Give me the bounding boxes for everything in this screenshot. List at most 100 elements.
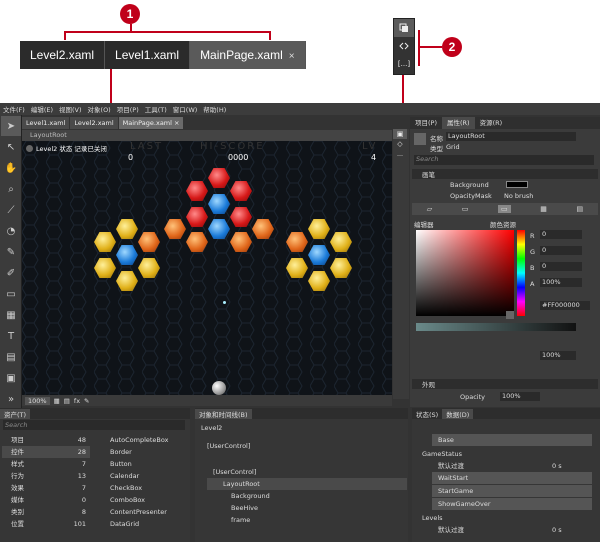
menu-file[interactable]: 文件(F) xyxy=(3,104,25,114)
property-search-input[interactable]: Search xyxy=(414,155,594,165)
zoom-tab-level2[interactable]: Level2.xaml xyxy=(20,41,106,69)
direct-select-icon[interactable]: ↖ xyxy=(1,137,21,157)
base-state[interactable]: Base xyxy=(432,434,592,446)
editor-tab[interactable]: 编辑器 xyxy=(414,219,434,229)
hex-input[interactable]: #FF000000 xyxy=(540,301,590,310)
tile-brush-icon[interactable]: ▦ xyxy=(540,205,547,213)
state-item[interactable]: StartGame xyxy=(432,485,592,497)
zoom-tab-mainpage[interactable]: MainPage.xaml × xyxy=(190,41,306,69)
layout-icon[interactable]: ▤ xyxy=(1,347,21,367)
transition-duration[interactable]: 0 s xyxy=(552,460,562,472)
menu-view[interactable]: 视图(V) xyxy=(59,104,82,114)
menu-window[interactable]: 窗口(W) xyxy=(173,104,198,114)
name-input[interactable]: LayoutRoot xyxy=(446,132,576,141)
state-group-name[interactable]: Levels xyxy=(422,512,443,524)
menu-edit[interactable]: 编辑(E) xyxy=(31,104,53,114)
gradient-offset-input[interactable]: 100% xyxy=(540,351,576,360)
transition-duration[interactable]: 0 s xyxy=(552,524,562,536)
tab-properties[interactable]: 属性(R) xyxy=(442,117,475,129)
asset-category[interactable]: 效果 7 xyxy=(2,482,90,494)
list-item[interactable]: AutoCompleteBox xyxy=(98,434,186,446)
red-input[interactable]: 0 xyxy=(540,230,582,239)
design-canvas[interactable]: Level2 状态 记录已关闭 LAST HI-SCORE LV 0 0000 … xyxy=(22,141,392,395)
appearance-section-header[interactable]: 外观 xyxy=(412,379,598,389)
opacity-input[interactable]: 100% xyxy=(500,392,540,401)
hue-slider[interactable] xyxy=(517,230,525,316)
asset-category[interactable]: 样式 7 xyxy=(2,458,90,470)
design-view-icon[interactable]: [...] xyxy=(394,55,414,73)
asset-category[interactable]: 媒体 0 xyxy=(2,494,90,506)
green-input[interactable]: 0 xyxy=(540,246,582,255)
tab-level1[interactable]: Level1.xaml xyxy=(22,117,71,129)
tree-item[interactable]: Background xyxy=(231,490,270,502)
background-swatch[interactable] xyxy=(506,181,528,188)
eyedropper-icon[interactable]: ⟋ xyxy=(1,200,21,220)
more-tools-icon[interactable]: » xyxy=(1,389,21,409)
control-icon[interactable]: ▣ xyxy=(1,368,21,388)
gradient-brush-icon[interactable]: ▭ xyxy=(498,205,511,213)
grid-icon[interactable]: ▦ xyxy=(1,305,21,325)
tree-item[interactable]: BeeHive xyxy=(231,502,258,514)
menu-tools[interactable]: 工具(T) xyxy=(145,104,167,114)
zoom-tab-level1[interactable]: Level1.xaml xyxy=(105,41,191,69)
list-item[interactable]: Border xyxy=(98,446,186,458)
pen-icon[interactable]: ✎ xyxy=(1,242,21,262)
brushes-section-header[interactable]: 画笔 xyxy=(412,169,598,179)
menu-help[interactable]: 帮助(H) xyxy=(203,104,226,114)
states-tab[interactable]: 状态(S) xyxy=(412,409,442,419)
pencil-icon[interactable]: ✐ xyxy=(1,263,21,283)
tab-level2[interactable]: Level2.xaml xyxy=(70,117,119,129)
alpha-input[interactable]: 100% xyxy=(540,278,582,287)
color-picker-field[interactable] xyxy=(416,230,514,316)
asset-category[interactable]: 项目 48 xyxy=(2,434,90,446)
list-item[interactable]: CheckBox xyxy=(98,482,186,494)
tree-usercontrol[interactable]: [UserControl] xyxy=(213,466,256,478)
asset-category[interactable]: 位置 101 xyxy=(2,518,90,530)
assets-search-input[interactable]: Search xyxy=(3,420,185,430)
selection-arrow-icon[interactable]: ➤ xyxy=(1,116,21,136)
design-view-icon[interactable]: … xyxy=(393,149,407,159)
tab-resources[interactable]: 资源(R) xyxy=(475,117,508,129)
menu-project[interactable]: 项目(P) xyxy=(117,104,139,114)
solid-brush-icon[interactable]: ▭ xyxy=(462,205,469,213)
state-group-name[interactable]: GameStatus xyxy=(422,448,462,460)
data-tab[interactable]: 数据(D) xyxy=(442,408,474,419)
asset-category[interactable]: 行为 13 xyxy=(2,470,90,482)
list-item[interactable]: DataGrid xyxy=(98,518,186,530)
asset-category[interactable]: 类别 8 xyxy=(2,506,90,518)
state-item[interactable]: WaitStart xyxy=(432,472,592,484)
asset-category[interactable]: 控件 28 xyxy=(2,446,90,458)
textblock-icon[interactable]: T xyxy=(1,326,21,346)
record-icon[interactable] xyxy=(26,144,33,152)
show-grid-icon[interactable]: ▤ xyxy=(64,397,70,405)
breadcrumb[interactable]: LayoutRoot xyxy=(22,130,392,141)
tree-root[interactable]: [UserControl] xyxy=(207,440,250,452)
eyedropper-icon[interactable] xyxy=(506,311,514,319)
pan-hand-icon[interactable]: ✋ xyxy=(1,158,21,178)
list-item[interactable]: ContentPresenter xyxy=(98,506,186,518)
state-item[interactable]: ShowGameOver xyxy=(432,498,592,510)
close-icon[interactable]: × xyxy=(174,119,179,127)
tree-item[interactable]: frame xyxy=(231,514,250,526)
list-item[interactable]: ComboBox xyxy=(98,494,186,506)
color-resources-tab[interactable]: 颜色资源 xyxy=(490,219,516,229)
code-view-icon[interactable]: ◇ xyxy=(393,139,407,149)
close-icon[interactable]: × xyxy=(289,51,295,62)
tab-projects[interactable]: 项目(P) xyxy=(410,117,442,129)
code-view-icon[interactable] xyxy=(394,37,414,55)
rectangle-icon[interactable]: ▭ xyxy=(1,284,21,304)
list-item[interactable]: Button xyxy=(98,458,186,470)
blue-input[interactable]: 0 xyxy=(540,262,582,271)
annotation-icon[interactable]: ✎ xyxy=(84,397,89,405)
effects-icon[interactable]: fx xyxy=(74,397,80,405)
list-item[interactable]: Calendar xyxy=(98,470,186,482)
gradient-bar[interactable] xyxy=(416,323,576,331)
assets-tab[interactable]: 资产(T) xyxy=(0,408,31,419)
no-brush-icon[interactable]: ▱ xyxy=(427,205,432,213)
resource-brush-icon[interactable]: ▤ xyxy=(577,205,584,213)
tab-mainpage[interactable]: MainPage.xaml × xyxy=(118,117,185,129)
objects-tab[interactable]: 对象和时间线(B) xyxy=(195,408,252,419)
paint-bucket-icon[interactable]: ◔ xyxy=(1,221,21,241)
menu-object[interactable]: 对象(O) xyxy=(88,104,111,114)
zoom-dropdown[interactable]: 100% xyxy=(25,396,50,405)
